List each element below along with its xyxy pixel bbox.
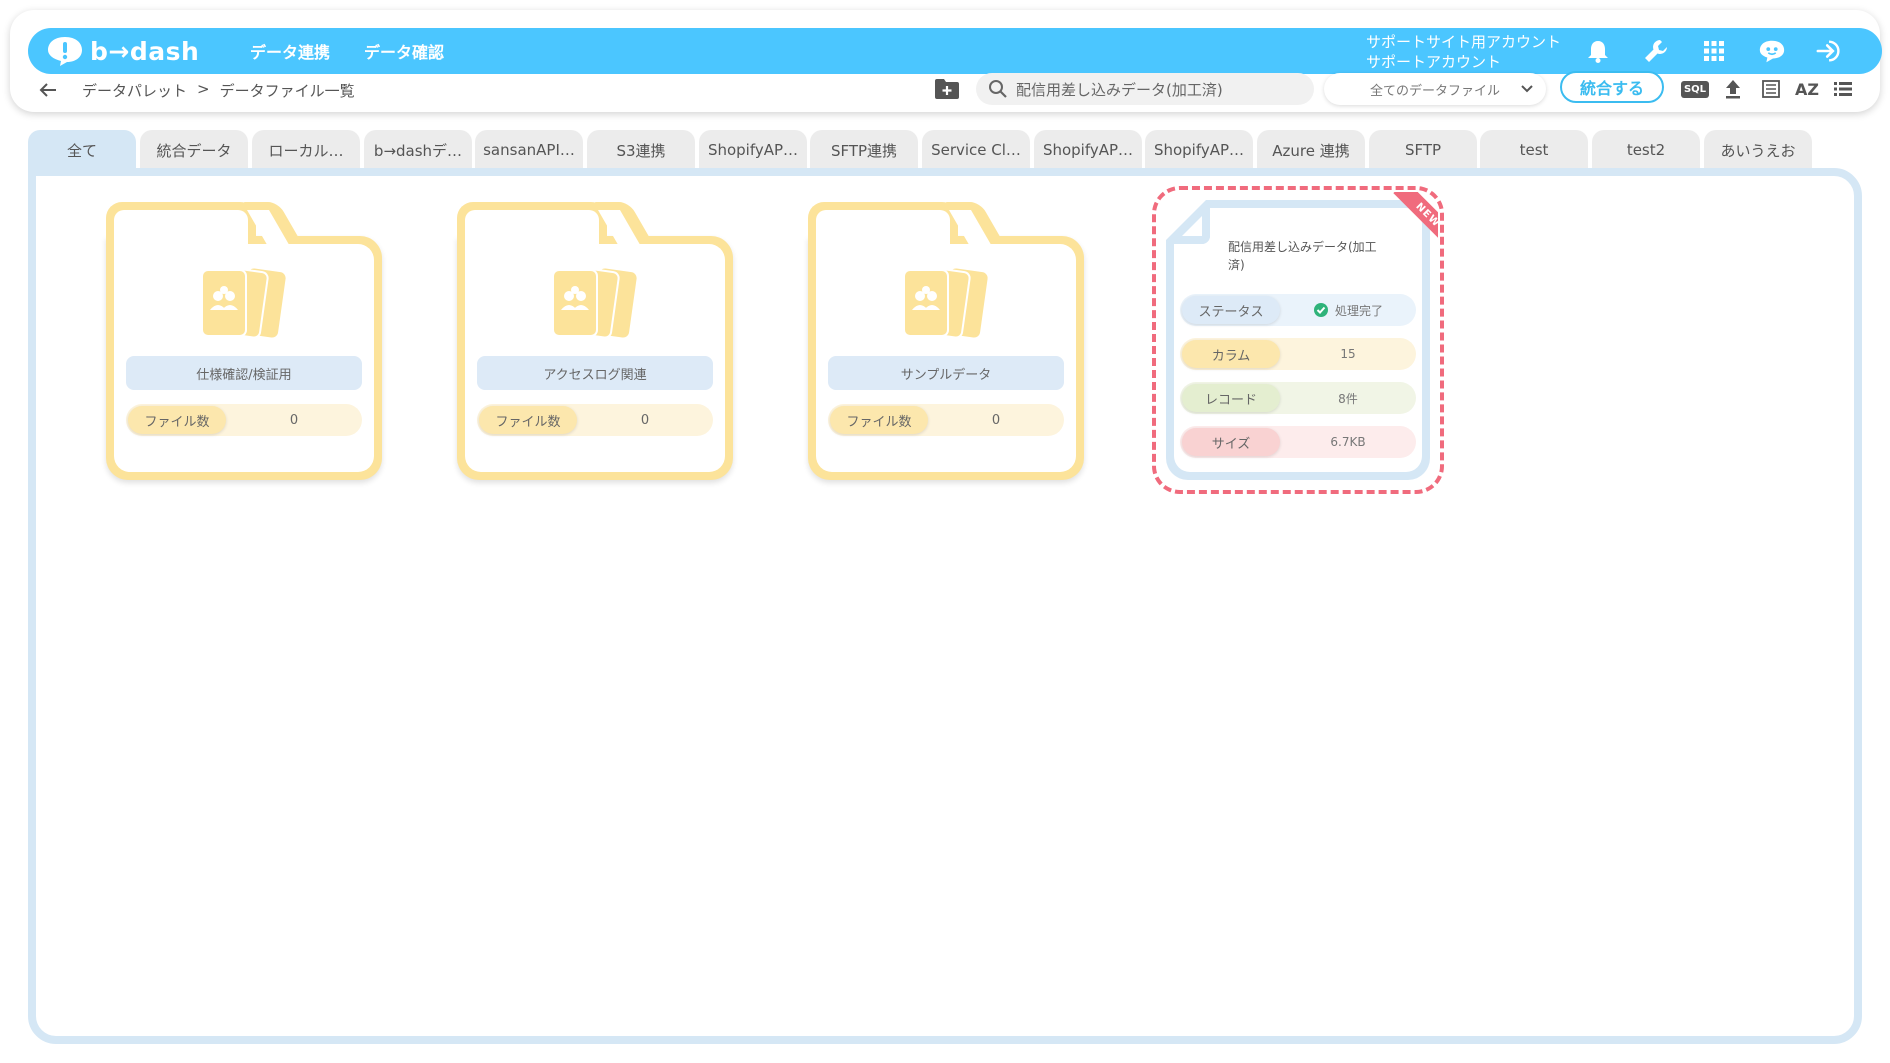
file-count-label: ファイル数 [479, 406, 577, 434]
column-value: 15 [1340, 347, 1356, 361]
data-file-card[interactable]: NEW 配信用差し込みデータ(加工済) ステータス 処理完了 カラム 15 レコ… [1152, 186, 1444, 494]
nav-data-link[interactable]: データ連携 [250, 39, 330, 63]
tab-test2[interactable]: test2 [1592, 130, 1700, 170]
breadcrumb-data-palette[interactable]: データパレット [82, 80, 187, 101]
sql-label: SQL [1680, 80, 1710, 98]
sort-az-label: AZ [1795, 79, 1819, 99]
logo-bubble-icon [46, 35, 84, 67]
folder-name: アクセスログ関連 [477, 356, 713, 390]
breadcrumb-current: データファイル一覧 [219, 82, 355, 100]
account-site: サポートサイト用アカウント [1366, 33, 1562, 51]
tab-test[interactable]: test [1480, 130, 1588, 170]
list-detail-icon[interactable] [1758, 76, 1784, 102]
file-column-row: カラム 15 [1180, 338, 1416, 370]
file-size-row: サイズ 6.7KB [1180, 426, 1416, 458]
size-label: サイズ [1182, 428, 1280, 456]
tab-aiueo[interactable]: あいうえお [1704, 130, 1812, 170]
folder-card[interactable]: サンプルデータ ファイル数 0 [808, 202, 1084, 480]
record-value: 8件 [1338, 391, 1358, 406]
tab-local[interactable]: ローカル… [252, 130, 360, 170]
tab-sansan-api[interactable]: sansanAPI… [475, 130, 583, 170]
search-icon [989, 80, 1007, 98]
tab-all[interactable]: 全て [28, 130, 136, 170]
folder-name: 仕様確認/検証用 [126, 356, 362, 390]
folder-name: サンプルデータ [828, 356, 1064, 390]
status-label: ステータス [1182, 296, 1280, 324]
back-arrow-icon[interactable] [36, 78, 60, 102]
breadcrumb: データパレット > データファイル一覧 [82, 80, 355, 101]
tab-shopify-1[interactable]: ShopifyAP… [699, 130, 807, 170]
folder-files-icon [552, 267, 637, 339]
support-chat-icon[interactable] [1758, 37, 1786, 65]
grid-menu-icon[interactable] [1700, 37, 1728, 65]
folder-files-icon [201, 267, 286, 339]
search-box[interactable] [976, 73, 1314, 105]
tab-shopify-2[interactable]: ShopifyAP… [1034, 130, 1142, 170]
file-count-value: 0 [289, 412, 299, 428]
file-count-value: 0 [991, 412, 1001, 428]
file-filter-value: 全てのデータファイル [1369, 83, 1500, 99]
document-fold-icon [1174, 208, 1210, 244]
breadcrumb-separator: > [197, 80, 210, 98]
file-filter-select[interactable]: 全てのデータファイル [1324, 73, 1546, 105]
file-count-label: ファイル数 [128, 406, 226, 434]
sort-az-icon[interactable]: AZ [1794, 76, 1820, 102]
tab-shopify-3[interactable]: ShopifyAP… [1145, 130, 1253, 170]
add-folder-icon[interactable] [934, 78, 960, 100]
search-input[interactable] [1016, 80, 1306, 98]
file-count-label: ファイル数 [830, 406, 928, 434]
check-circle-icon [1313, 303, 1328, 317]
bell-icon[interactable] [1584, 37, 1612, 65]
wrench-icon[interactable] [1642, 37, 1670, 65]
folder-file-count: ファイル数 0 [126, 404, 362, 436]
chevron-down-icon [1521, 85, 1533, 93]
file-status-row: ステータス 処理完了 [1180, 294, 1416, 326]
logout-icon[interactable] [1816, 37, 1844, 65]
tab-service-cloud[interactable]: Service Cl… [922, 130, 1030, 170]
record-label: レコード [1182, 384, 1280, 412]
folder-file-count: ファイル数 0 [828, 404, 1064, 436]
new-badge: NEW [1384, 192, 1438, 246]
file-record-row: レコード 8件 [1180, 382, 1416, 414]
sql-icon[interactable]: SQL [1680, 76, 1710, 102]
tab-integrated-data[interactable]: 統合データ [140, 130, 248, 170]
folder-card[interactable]: アクセスログ関連 ファイル数 0 [457, 202, 733, 480]
sub-toolbar: データパレット > データファイル一覧 全てのデータファイル 統合する SQL … [18, 66, 1872, 114]
column-label: カラム [1182, 340, 1280, 368]
tab-bdash-data[interactable]: b→dashデ… [364, 130, 472, 170]
folder-file-count: ファイル数 0 [477, 404, 713, 436]
logo-text: b→dash [90, 36, 200, 66]
size-value: 6.7KB [1330, 435, 1366, 449]
tab-s3[interactable]: S3連携 [587, 130, 695, 170]
upload-icon[interactable] [1720, 76, 1746, 102]
folder-card[interactable]: 仕様確認/検証用 ファイル数 0 [106, 202, 382, 480]
status-value-wrap: 処理完了 [1280, 294, 1416, 326]
tab-sftp[interactable]: SFTP [1369, 130, 1477, 170]
tab-sftp-link[interactable]: SFTP連携 [810, 130, 918, 170]
merge-button[interactable]: 統合する [1560, 71, 1664, 103]
folder-files-icon [903, 267, 988, 339]
file-count-value: 0 [640, 412, 650, 428]
status-value: 処理完了 [1334, 303, 1383, 318]
nav-data-check[interactable]: データ確認 [364, 39, 444, 63]
list-view-icon[interactable] [1830, 76, 1856, 102]
file-title: 配信用差し込みデータ(加工済) [1228, 240, 1377, 272]
tab-azure[interactable]: Azure 連携 [1257, 130, 1365, 170]
